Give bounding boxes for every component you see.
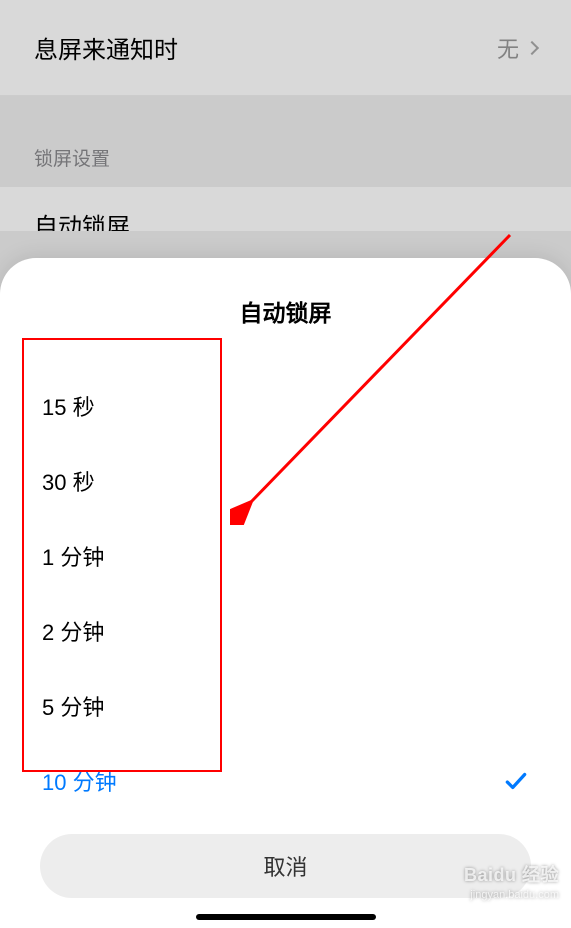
chevron-right-icon <box>525 40 539 54</box>
autolock-sheet: 自动锁屏 15 秒 30 秒 1 分钟 2 分钟 5 分钟 10 分钟 取消 <box>0 258 571 928</box>
option-label: 10 分钟 <box>42 765 117 797</box>
option-item[interactable]: 15 秒 <box>42 368 529 443</box>
setting-row-value: 无 <box>497 32 519 64</box>
watermark-url: jingyan.baidu.com <box>464 888 559 902</box>
option-item[interactable]: 30 秒 <box>42 443 529 518</box>
setting-row-label: 息屏来通知时 <box>34 30 178 65</box>
section-header-lockscreen: 锁屏设置 <box>0 96 571 187</box>
setting-row-autolock[interactable]: 自动锁屏 <box>0 187 571 231</box>
check-icon <box>503 768 529 794</box>
option-label: 30 秒 <box>42 465 95 497</box>
options-list: 15 秒 30 秒 1 分钟 2 分钟 5 分钟 10 分钟 <box>0 368 571 818</box>
setting-row-notification[interactable]: 息屏来通知时 无 <box>0 0 571 96</box>
setting-row-value-wrap: 无 <box>497 32 537 64</box>
watermark-brand: Baidu 经验 <box>464 864 559 887</box>
home-indicator <box>196 914 376 920</box>
watermark: Baidu 经验 jingyan.baidu.com <box>464 864 559 902</box>
option-item[interactable]: 10 分钟 <box>42 743 529 818</box>
option-label: 5 分钟 <box>42 690 104 722</box>
option-item[interactable]: 1 分钟 <box>42 518 529 593</box>
sheet-title: 自动锁屏 <box>0 294 571 328</box>
cancel-button[interactable]: 取消 <box>40 834 531 898</box>
option-label: 2 分钟 <box>42 615 104 647</box>
option-label: 15 秒 <box>42 390 95 422</box>
option-item[interactable]: 5 分钟 <box>42 668 529 743</box>
option-item[interactable]: 2 分钟 <box>42 593 529 668</box>
setting-row-label: 自动锁屏 <box>34 207 130 231</box>
option-label: 1 分钟 <box>42 540 104 572</box>
